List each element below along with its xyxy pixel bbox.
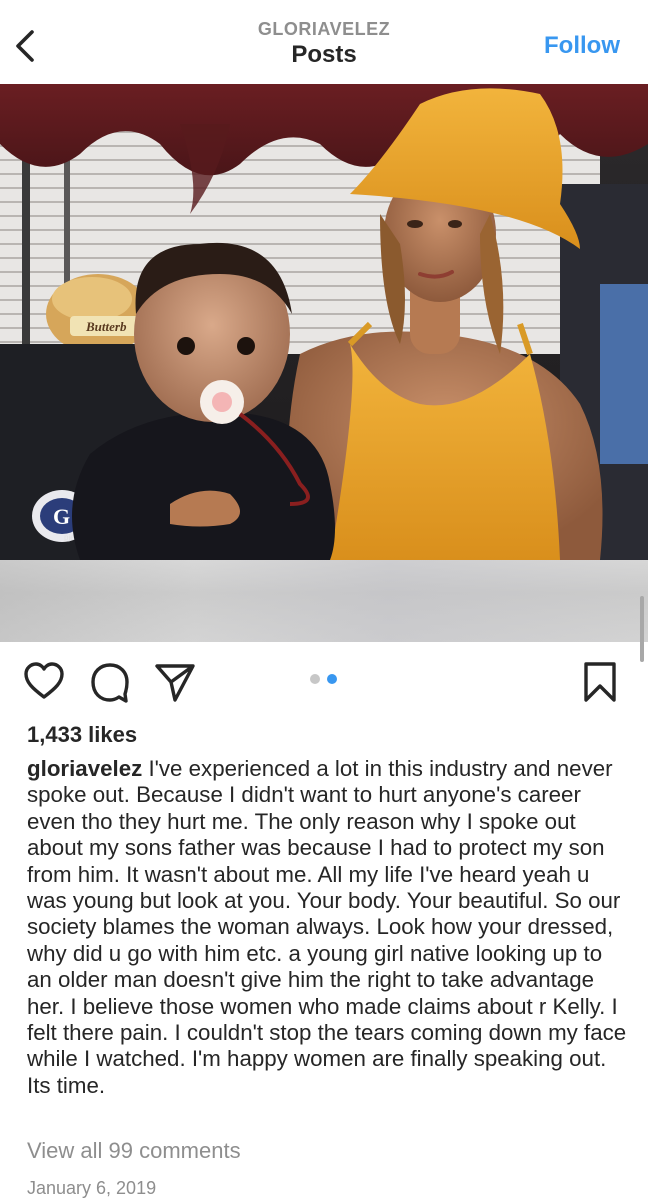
svg-text:G: G: [53, 504, 70, 529]
carousel-dot-1: [310, 674, 320, 684]
view-comments-link[interactable]: View all 99 comments: [27, 1137, 241, 1165]
next-photo-peek: [0, 560, 648, 642]
post-photo[interactable]: Butterb G pjestic: [0, 84, 648, 560]
post-action-bar: [0, 654, 648, 710]
save-button[interactable]: [578, 660, 622, 704]
post-photo-image: Butterb G pjestic: [0, 84, 648, 560]
carousel-indicator: [310, 674, 340, 686]
post-date: January 6, 2019: [27, 1178, 157, 1198]
comment-bubble-icon: [91, 663, 129, 703]
heart-icon: [24, 662, 64, 699]
caption-username[interactable]: gloriavelez: [27, 756, 142, 781]
svg-text:Butterb: Butterb: [85, 319, 127, 334]
scrollbar[interactable]: [640, 596, 644, 662]
post-caption: gloriavelez I've experienced a lot in th…: [27, 756, 627, 1099]
follow-button[interactable]: Follow: [544, 32, 620, 60]
caption-text: I've experienced a lot in this industry …: [27, 756, 627, 1098]
carousel-dot-2: [327, 674, 337, 684]
like-count[interactable]: 1,433 likes: [27, 720, 137, 750]
bookmark-icon: [584, 662, 616, 702]
like-button[interactable]: [22, 660, 66, 704]
paper-plane-icon: [155, 664, 195, 702]
top-nav-bar: GLORIAVELEZ Posts Follow: [0, 0, 648, 84]
comment-button[interactable]: [88, 660, 132, 704]
share-button[interactable]: [153, 660, 197, 704]
